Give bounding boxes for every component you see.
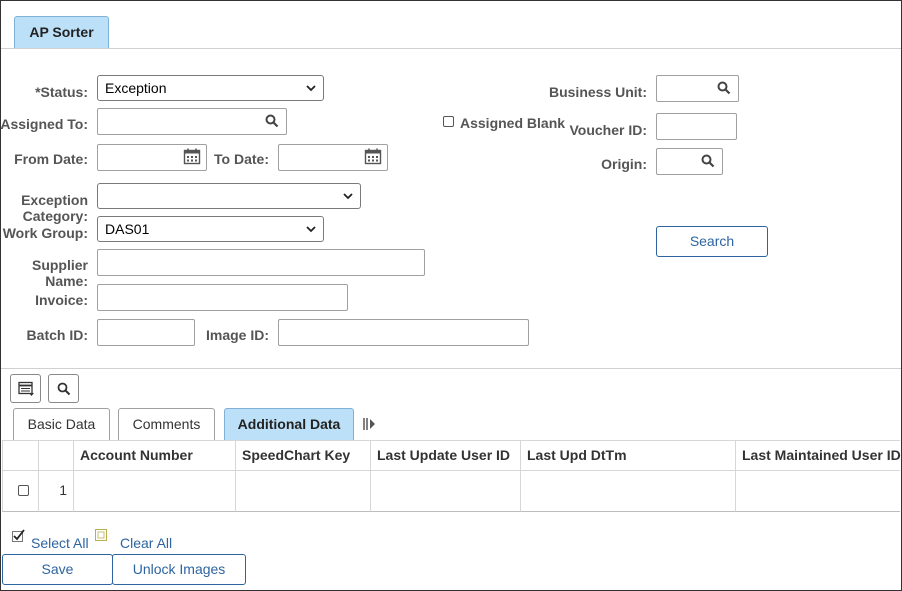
cell-last-update-user-id: [371, 471, 521, 512]
assigned-blank-checkbox[interactable]: [443, 116, 454, 127]
select-all-checkbox-icon[interactable]: [12, 529, 25, 542]
origin-label: Origin:: [601, 156, 647, 172]
supplier-name-input[interactable]: [97, 249, 425, 276]
search-button[interactable]: Search: [656, 226, 768, 257]
status-label: *Status:: [35, 84, 88, 100]
column-header-last-maintained-user-id[interactable]: Last Maintained User ID: [736, 440, 901, 471]
chevron-down-icon: [306, 85, 316, 92]
exception-category-select[interactable]: [97, 183, 361, 209]
tab-additional-data[interactable]: Additional Data: [224, 408, 354, 440]
from-date-label: From Date:: [14, 151, 88, 167]
section-divider: [1, 368, 901, 369]
image-id-input[interactable]: [278, 319, 529, 346]
from-date-calendar-icon[interactable]: [183, 148, 201, 165]
assigned-to-search-icon[interactable]: [265, 114, 279, 128]
business-unit-search-icon[interactable]: [717, 81, 731, 95]
tab-divider: [1, 48, 901, 49]
search-icon: [57, 382, 71, 396]
voucher-id-input[interactable]: [656, 113, 737, 140]
tab-comments[interactable]: Comments: [118, 408, 215, 440]
supplier-name-label: Supplier Name:: [31, 257, 88, 289]
batch-id-label: Batch ID:: [26, 327, 88, 343]
grid-settings-icon: [18, 381, 34, 396]
to-date-calendar-icon[interactable]: [364, 148, 382, 165]
cell-speedchart-key: [236, 471, 371, 512]
cell-last-maintained-user-id: [736, 471, 900, 512]
image-id-label: Image ID:: [205, 327, 269, 343]
to-date-label: To Date:: [214, 151, 269, 167]
status-select[interactable]: Exception: [97, 75, 324, 101]
status-value: Exception: [105, 80, 167, 96]
cell-last-upd-dttm: [521, 471, 736, 512]
column-header-account-number[interactable]: Account Number: [74, 440, 236, 471]
row-number: 1: [39, 471, 74, 512]
invoice-input[interactable]: [97, 284, 348, 311]
row-select-checkbox[interactable]: [18, 485, 29, 496]
batch-id-input[interactable]: [97, 319, 195, 346]
invoice-label: Invoice:: [35, 292, 88, 308]
column-header-last-upd-dttm[interactable]: Last Upd DtTm: [521, 440, 736, 471]
assigned-to-input[interactable]: [97, 108, 287, 135]
column-header-speedchart-key[interactable]: SpeedChart Key: [236, 440, 371, 471]
voucher-id-label: Voucher ID:: [569, 122, 647, 138]
tab-ap-sorter[interactable]: AP Sorter: [14, 16, 109, 49]
cell-account-number: [74, 471, 236, 512]
chevron-down-icon: [306, 226, 316, 233]
show-all-columns-icon[interactable]: [362, 417, 376, 431]
grid-rownum-header: [39, 440, 74, 471]
tab-basic-data[interactable]: Basic Data: [13, 408, 110, 440]
grid-find-button[interactable]: [48, 374, 79, 403]
clear-all-checkbox-icon[interactable]: [95, 529, 108, 542]
work-group-select[interactable]: DAS01: [97, 216, 324, 242]
column-header-last-update-user-id[interactable]: Last Update User ID: [371, 440, 521, 471]
origin-search-icon[interactable]: [701, 154, 715, 168]
grid-select-header: [2, 440, 39, 471]
unlock-images-button[interactable]: Unlock Images: [112, 554, 246, 585]
table-row-select-cell: [2, 471, 39, 512]
clear-all-link[interactable]: Clear All: [120, 535, 172, 551]
exception-category-label: Exception Category:: [21, 192, 88, 224]
work-group-label: Work Group:: [2, 225, 88, 241]
personalize-grid-button[interactable]: [10, 374, 41, 403]
business-unit-label: Business Unit:: [548, 84, 647, 100]
save-button[interactable]: Save: [2, 554, 113, 585]
chevron-down-icon: [343, 193, 353, 200]
select-all-link[interactable]: Select All: [31, 535, 89, 551]
work-group-value: DAS01: [105, 221, 150, 237]
assigned-to-label: Assigned To:: [0, 116, 88, 132]
